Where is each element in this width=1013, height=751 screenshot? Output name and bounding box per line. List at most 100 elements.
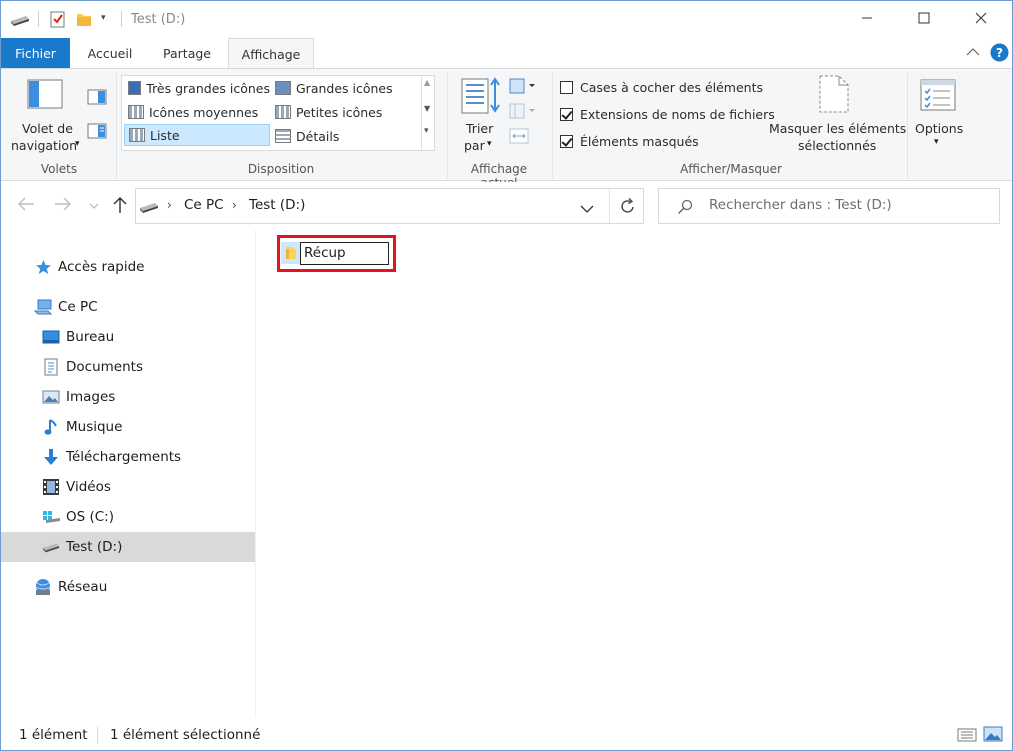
file-extensions-checkbox[interactable] bbox=[560, 108, 573, 121]
rename-input-text: Récup bbox=[304, 245, 346, 261]
properties-icon[interactable] bbox=[50, 10, 66, 31]
sidebar-item-label: Bureau bbox=[66, 329, 115, 345]
sidebar-item-downloads[interactable]: Téléchargements bbox=[1, 442, 255, 472]
item-checkboxes-checkbox[interactable] bbox=[560, 81, 573, 94]
medium-icons-icon bbox=[128, 105, 144, 119]
breadcrumb-separator-icon[interactable]: › bbox=[167, 198, 172, 212]
layout-list[interactable]: Liste bbox=[124, 124, 270, 146]
navigation-pane-label-1: Volet de bbox=[22, 121, 73, 136]
minimize-button[interactable] bbox=[844, 1, 890, 38]
download-icon bbox=[42, 449, 60, 465]
hidden-items-checkbox[interactable] bbox=[560, 135, 573, 148]
layout-medium-icons[interactable]: Icônes moyennes bbox=[124, 101, 270, 123]
address-bar[interactable]: › Ce PC › Test (D:) bbox=[135, 188, 644, 224]
music-icon bbox=[42, 419, 60, 435]
sidebar-item-pictures[interactable]: Images bbox=[1, 382, 255, 412]
desktop-icon bbox=[42, 329, 60, 345]
navigation-pane-icon bbox=[27, 79, 63, 112]
separator bbox=[38, 11, 39, 27]
rename-input[interactable]: Récup bbox=[300, 242, 389, 265]
address-dropdown-icon[interactable] bbox=[580, 203, 594, 217]
forward-button[interactable] bbox=[54, 196, 72, 215]
group-label-panes: Volets bbox=[40, 162, 78, 176]
hidden-items-toggle[interactable]: Éléments masqués bbox=[558, 133, 758, 153]
chevron-down-icon: ▾ bbox=[934, 137, 939, 147]
maximize-button[interactable] bbox=[901, 1, 947, 38]
back-button[interactable] bbox=[17, 196, 35, 215]
sort-by-label-1: Trier bbox=[466, 121, 494, 136]
separator bbox=[907, 73, 908, 178]
layout-label: Petites icônes bbox=[296, 104, 383, 120]
separator bbox=[447, 73, 448, 178]
drive-icon bbox=[10, 14, 30, 29]
item-checkboxes-label: Cases à cocher des éléments bbox=[580, 80, 763, 95]
sidebar-item-os-drive[interactable]: OS (C:) bbox=[1, 502, 255, 532]
hide-selected-button[interactable]: Masquer les éléments sélectionnés bbox=[767, 73, 906, 159]
details-view-icon[interactable] bbox=[957, 728, 977, 745]
hide-selected-label-1: Masquer les éléments bbox=[769, 121, 907, 136]
maximize-icon bbox=[918, 12, 930, 27]
gallery-more-icon[interactable]: ▾ bbox=[424, 126, 429, 136]
sidebar-item-documents[interactable]: Documents bbox=[1, 352, 255, 382]
sort-by-button[interactable]: Trier par ▾ bbox=[453, 73, 503, 159]
up-button[interactable] bbox=[112, 196, 128, 217]
layout-label: Liste bbox=[150, 127, 180, 143]
search-icon bbox=[677, 199, 693, 218]
breadcrumb-this-pc[interactable]: Ce PC bbox=[184, 197, 224, 213]
group-label-layout: Disposition bbox=[247, 162, 315, 176]
navigation-pane: Accès rapide Ce PC Bureau Documents Imag… bbox=[1, 230, 256, 718]
layout-extra-large-icons[interactable]: Très grandes icônes bbox=[124, 77, 270, 99]
sidebar-item-label: Musique bbox=[66, 419, 123, 435]
tab-file[interactable]: Fichier bbox=[1, 38, 70, 68]
refresh-icon[interactable] bbox=[620, 198, 636, 218]
sidebar-item-label: Documents bbox=[66, 359, 143, 375]
sidebar-item-label: Accès rapide bbox=[58, 259, 145, 275]
sidebar-item-this-pc[interactable]: Ce PC bbox=[1, 292, 255, 322]
file-extensions-label: Extensions de noms de fichiers bbox=[580, 107, 775, 122]
hide-selected-label-2: sélectionnés bbox=[798, 138, 877, 153]
new-folder-icon[interactable] bbox=[76, 11, 92, 30]
scroll-up-icon[interactable]: ▲ bbox=[424, 78, 430, 87]
recent-locations-button[interactable] bbox=[89, 199, 99, 213]
layout-large-icons[interactable]: Grandes icônes bbox=[271, 77, 417, 99]
network-icon bbox=[34, 579, 52, 595]
sidebar-item-label: OS (C:) bbox=[66, 509, 114, 525]
list-item[interactable]: Récup bbox=[281, 239, 392, 268]
sidebar-item-videos[interactable]: Vidéos bbox=[1, 472, 255, 502]
tab-share[interactable]: Partage bbox=[154, 38, 220, 68]
close-button[interactable] bbox=[958, 1, 1004, 38]
tab-view[interactable]: Affichage bbox=[228, 38, 314, 69]
preview-pane-icon[interactable] bbox=[87, 89, 107, 108]
layout-gallery: Très grandes icônes Grandes icônes Icône… bbox=[121, 75, 435, 151]
star-icon bbox=[34, 259, 52, 275]
sidebar-item-network[interactable]: Réseau bbox=[1, 572, 255, 602]
help-icon[interactable]: ? bbox=[990, 43, 1009, 65]
qat-dropdown-icon[interactable]: ▾ bbox=[101, 13, 106, 23]
sidebar-item-label: Images bbox=[66, 389, 116, 405]
large-icons-view-icon[interactable] bbox=[983, 726, 1003, 745]
layout-small-icons[interactable]: Petites icônes bbox=[271, 101, 417, 123]
search-box[interactable]: Rechercher dans : Test (D:) bbox=[658, 188, 1000, 224]
details-icon bbox=[275, 129, 291, 143]
scroll-down-icon[interactable]: ▼ bbox=[424, 104, 430, 113]
file-extensions-toggle[interactable]: Extensions de noms de fichiers bbox=[558, 106, 775, 126]
sidebar-item-test-drive[interactable]: Test (D:) bbox=[1, 532, 255, 562]
tab-home[interactable]: Accueil bbox=[79, 38, 141, 68]
breadcrumb-separator-icon[interactable]: › bbox=[232, 198, 237, 212]
sidebar-item-desktop[interactable]: Bureau bbox=[1, 322, 255, 352]
group-by-icon[interactable] bbox=[509, 78, 537, 97]
add-columns-icon bbox=[509, 103, 537, 122]
breadcrumb-drive[interactable]: Test (D:) bbox=[249, 197, 305, 213]
sidebar-item-quick-access[interactable]: Accès rapide bbox=[1, 252, 255, 282]
layout-details[interactable]: Détails bbox=[271, 125, 417, 147]
options-button[interactable]: Options ▾ bbox=[911, 73, 967, 159]
computer-icon bbox=[34, 299, 52, 315]
separator bbox=[116, 73, 117, 178]
selection-count: 1 élément sélectionné bbox=[110, 727, 261, 743]
details-pane-icon[interactable] bbox=[87, 123, 107, 142]
collapse-ribbon-icon[interactable] bbox=[966, 46, 980, 60]
hide-selected-icon bbox=[819, 75, 849, 116]
navigation-pane-button[interactable]: Volet de navigation ▾ bbox=[9, 73, 83, 159]
sidebar-item-music[interactable]: Musique bbox=[1, 412, 255, 442]
item-checkboxes-toggle[interactable]: Cases à cocher des éléments bbox=[558, 79, 763, 99]
